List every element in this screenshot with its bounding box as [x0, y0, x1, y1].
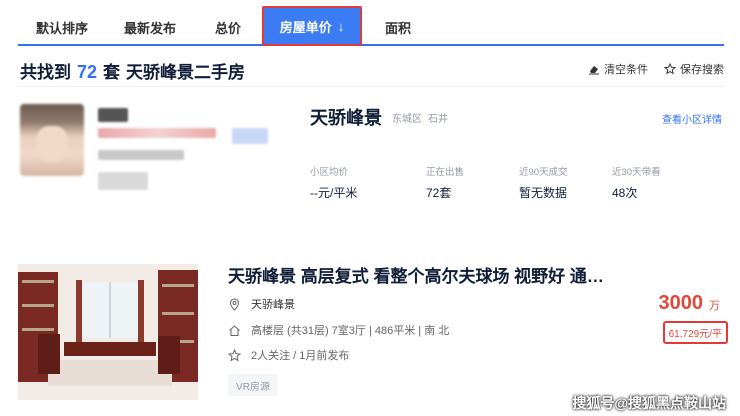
eraser-icon [589, 66, 599, 75]
listing-detail: 高楼层 (共31层) 7室3厅 | 486平米 | 南 北 [251, 325, 450, 337]
star-outline-icon [228, 348, 241, 362]
community-area: 石井 [428, 114, 448, 125]
stat-deals-90d: 近90天成交 暂无数据 [519, 164, 568, 201]
community-location: 东城区 石井 [392, 110, 448, 125]
community-district: 东城区 [392, 114, 422, 125]
tab-newest[interactable]: 最新发布 [110, 8, 190, 46]
stat-avg-price: 小区均价 --元/平米 [310, 164, 357, 201]
tab-default-sort[interactable]: 默认排序 [22, 8, 102, 46]
community-name[interactable]: 天骄峰景 [310, 104, 382, 130]
agent-contact-blurred[interactable] [98, 172, 148, 190]
sort-tabs: 默认排序 最新发布 总价 房屋单价 ↓ 面积 [18, 0, 724, 46]
stat-viewings-30d: 近30天带看 48次 [612, 164, 661, 201]
total-price-value: 3000 [658, 292, 704, 314]
house-icon [229, 324, 240, 336]
listing-community-row: 天骄峰景 [228, 296, 295, 312]
agent-tag-blurred [98, 128, 216, 138]
clear-conditions-button[interactable]: 清空条件 [588, 61, 648, 77]
agent-avatar[interactable] [20, 104, 84, 176]
agent-info-blurred [98, 150, 184, 160]
clear-conditions-label: 清空条件 [604, 64, 648, 76]
save-search-label: 保存搜索 [680, 64, 724, 76]
stat-value: 72套 [426, 186, 452, 200]
tab-label: 最新发布 [123, 20, 176, 36]
stat-value: 暂无数据 [519, 186, 568, 200]
listing-followers: 2人关注 / 1月前发布 [251, 350, 350, 362]
stat-value: --元/平米 [310, 186, 358, 200]
tab-unit-price[interactable]: 房屋单价 ↓ [262, 6, 362, 46]
agent-badge-blurred [232, 128, 268, 144]
total-price: 3000 万 [659, 292, 721, 315]
tab-label: 总价 [214, 20, 241, 36]
tab-label: 房屋单价 [279, 19, 332, 35]
location-pin-icon [229, 297, 240, 311]
tab-label: 面积 [384, 20, 411, 36]
watermark: 搜狐号@搜狐黑点鞍山站 [572, 395, 726, 411]
results-community: 天骄峰景二手房 [126, 63, 246, 82]
listing-follow-row: 2人关注 / 1月前发布 [228, 347, 349, 363]
star-outline-icon [664, 63, 676, 75]
divider [18, 86, 724, 87]
listing-image [18, 264, 198, 400]
search-tools: 清空条件 保存搜索 [588, 61, 724, 77]
results-suffix: 套 [103, 63, 121, 82]
total-price-unit: 万 [709, 300, 720, 312]
listing-detail-row: 高楼层 (共31层) 7室3厅 | 486平米 | 南 北 [228, 322, 449, 338]
stat-label: 小区均价 [310, 167, 349, 178]
listing-community-link[interactable]: 天骄峰景 [251, 296, 295, 312]
results-count: 共找到 72 套 天骄峰景二手房 [20, 58, 245, 83]
tab-area[interactable]: 面积 [368, 8, 428, 46]
tab-total-price[interactable]: 总价 [198, 8, 258, 46]
save-search-button[interactable]: 保存搜索 [664, 61, 724, 77]
unit-price: 61,729元/平 [662, 321, 728, 344]
sort-down-icon: ↓ [337, 18, 345, 34]
stat-label: 近30天带看 [612, 167, 661, 178]
vr-tag: VR房源 [228, 374, 278, 396]
results-number: 72 [77, 62, 98, 82]
stat-label: 近90天成交 [519, 167, 568, 178]
results-prefix: 共找到 [20, 63, 71, 82]
stat-value: 48次 [612, 186, 638, 200]
stat-on-sale: 正在出售 72套 [426, 164, 464, 201]
stat-label: 正在出售 [426, 167, 465, 178]
listing-title[interactable]: 天骄峰景 高层复式 看整个高尔夫球场 视野好 通… [228, 262, 628, 287]
agent-name-blurred [98, 108, 128, 122]
community-detail-link[interactable]: 查看小区详情 [662, 111, 722, 126]
tab-label: 默认排序 [35, 20, 88, 36]
listing-photo[interactable] [18, 264, 198, 400]
